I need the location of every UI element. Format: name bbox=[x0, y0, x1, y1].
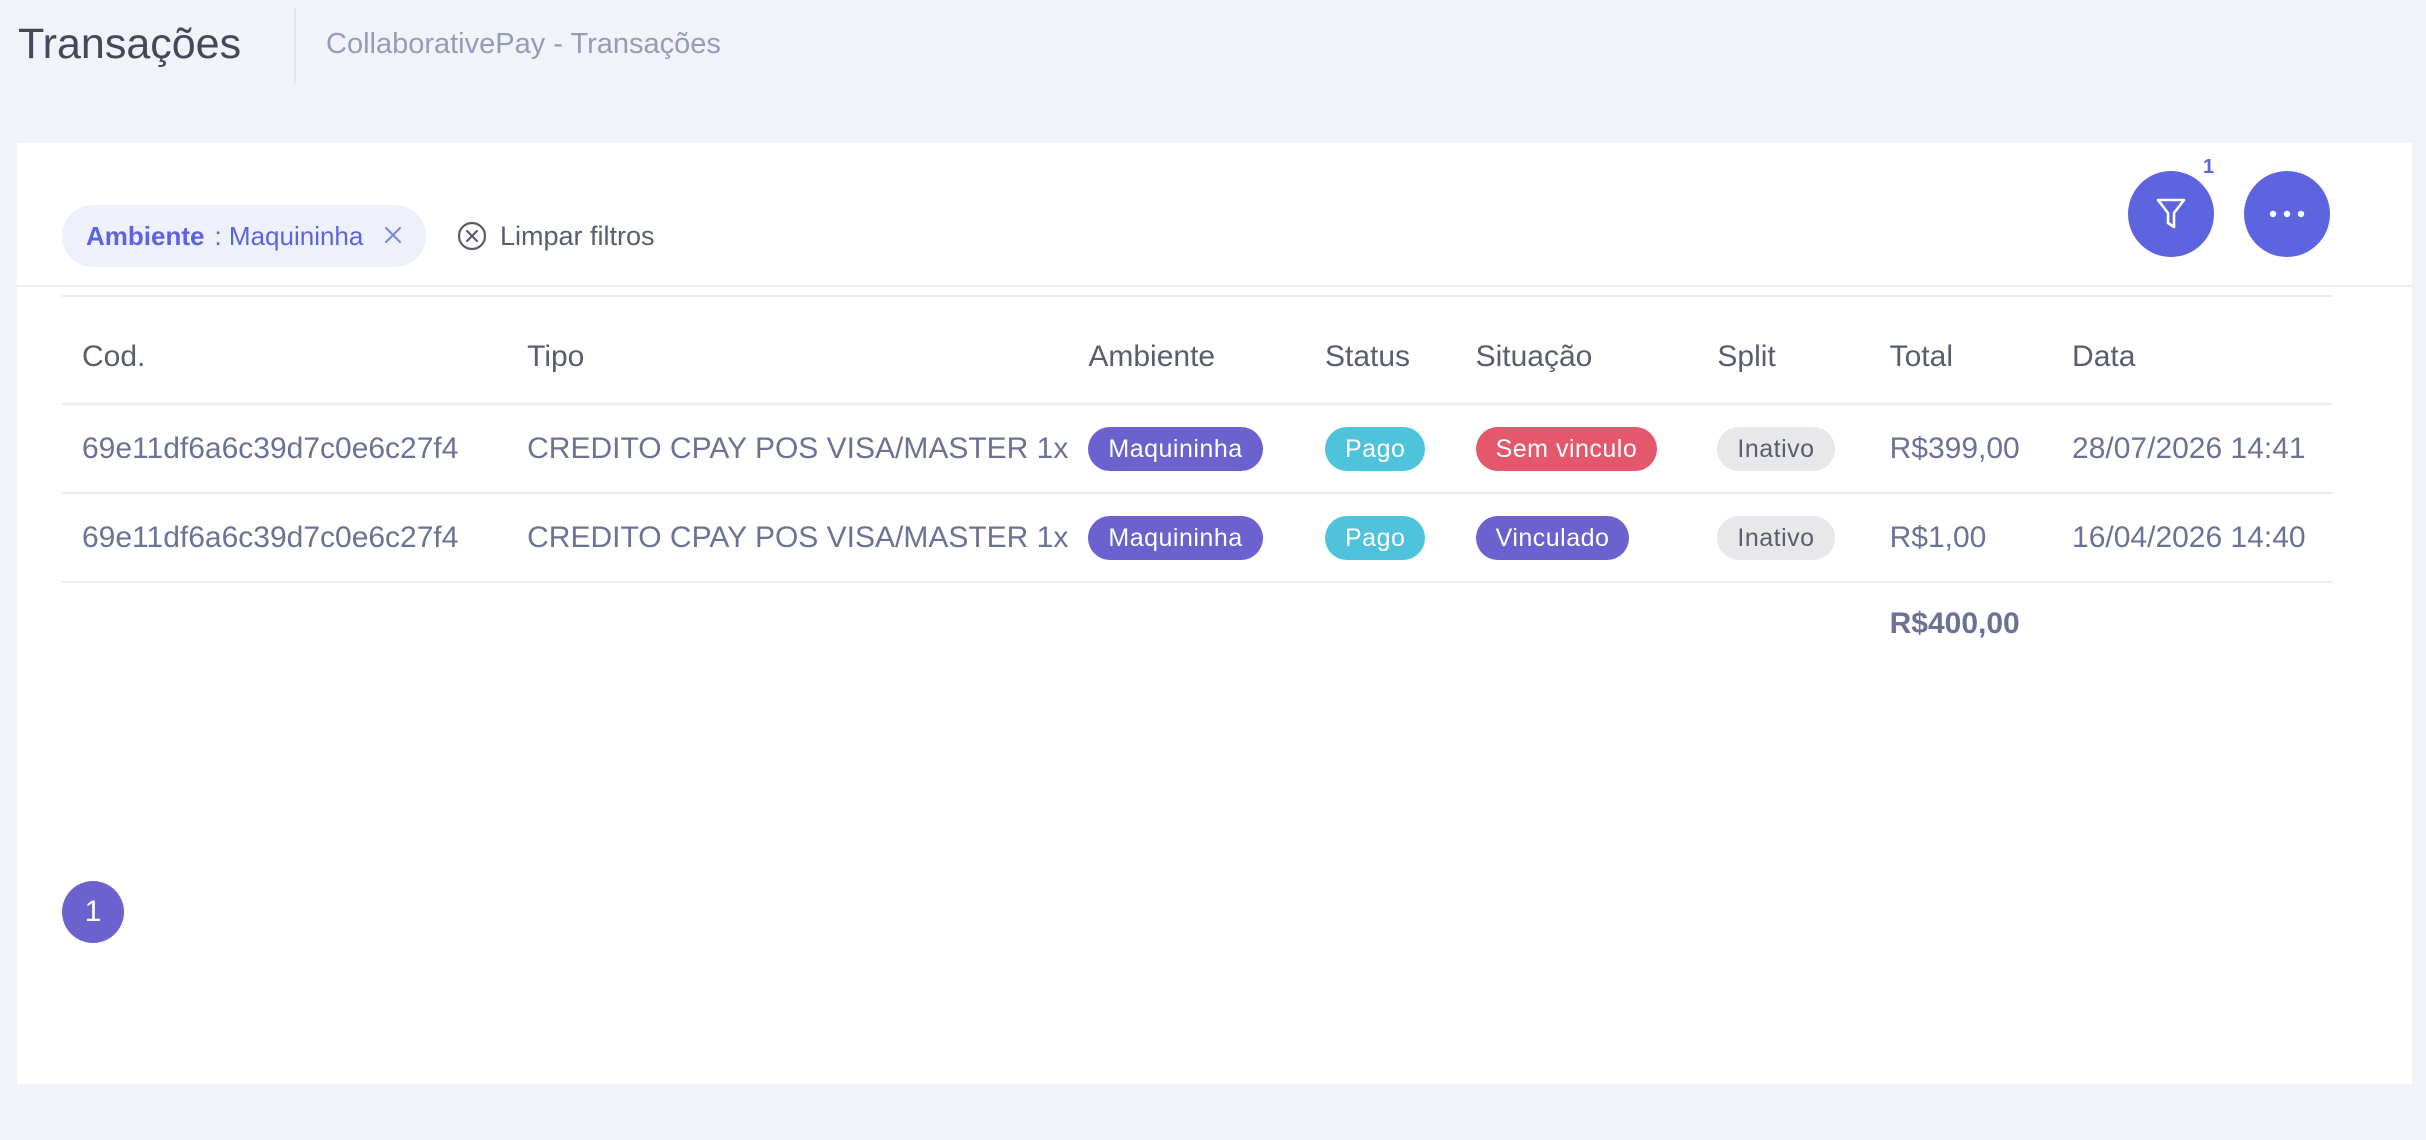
cell-total: R$1,00 bbox=[1869, 493, 2053, 583]
column-header-status[interactable]: Status bbox=[1305, 310, 1456, 405]
active-filters: Ambiente : Maquininha Limpar filtros bbox=[62, 205, 2332, 297]
filter-chip-key: Ambiente bbox=[86, 220, 205, 251]
clear-filters-label: Limpar filtros bbox=[500, 220, 655, 251]
cell-situacao: Sem vinculo bbox=[1455, 404, 1698, 494]
status-badge: Pago bbox=[1325, 426, 1426, 471]
cell-situacao: Vinculado bbox=[1455, 493, 1698, 583]
cell-data: 28/07/2026 14:41 bbox=[2052, 404, 2332, 494]
column-header-ambiente[interactable]: Ambiente bbox=[1068, 310, 1305, 405]
cell-ambiente: Maquininha bbox=[1068, 493, 1305, 583]
cell-tipo: CREDITO CPAY POS VISA/MASTER 1x bbox=[507, 404, 1069, 494]
filter-chip-ambiente[interactable]: Ambiente : Maquininha bbox=[62, 205, 426, 267]
column-header-situacao[interactable]: Situação bbox=[1455, 310, 1698, 405]
ambiente-badge: Maquininha bbox=[1088, 426, 1263, 471]
column-header-data[interactable]: Data bbox=[2052, 310, 2332, 405]
table-total-row: R$400,00 bbox=[62, 582, 2332, 665]
pagination-page-1[interactable]: 1 bbox=[62, 881, 124, 943]
filter-chip-value: : Maquininha bbox=[214, 220, 364, 251]
table-header-row: Cod. Tipo Ambiente Status Situação Split… bbox=[62, 310, 2332, 405]
subheader: Transações CollaborativePay - Transações bbox=[0, 0, 2426, 88]
cell-total: R$399,00 bbox=[1869, 404, 2053, 494]
table-row[interactable]: 69e11df6a6c39d7c0e6c27f4 CREDITO CPAY PO… bbox=[62, 404, 2332, 494]
column-header-tipo[interactable]: Tipo bbox=[507, 310, 1069, 405]
column-header-cod[interactable]: Cod. bbox=[62, 310, 508, 405]
cell-ambiente: Maquininha bbox=[1068, 404, 1305, 494]
split-badge: Inativo bbox=[1717, 515, 1835, 560]
cell-split: Inativo bbox=[1697, 493, 1870, 583]
title-separator bbox=[294, 8, 296, 84]
status-badge: Pago bbox=[1325, 515, 1426, 560]
situacao-badge: Sem vinculo bbox=[1475, 426, 1658, 471]
cell-tipo: CREDITO CPAY POS VISA/MASTER 1x bbox=[507, 493, 1069, 583]
situacao-badge: Vinculado bbox=[1475, 515, 1630, 560]
table-row[interactable]: 69e11df6a6c39d7c0e6c27f4 CREDITO CPAY PO… bbox=[62, 493, 2332, 583]
page-title: Transações bbox=[18, 20, 242, 68]
sum-total: R$400,00 bbox=[1889, 607, 2020, 640]
filter-count-badge: 1 bbox=[2203, 156, 2215, 178]
breadcrumb[interactable]: CollaborativePay - Transações bbox=[326, 26, 721, 62]
cell-cod: 69e11df6a6c39d7c0e6c27f4 bbox=[62, 493, 508, 583]
cell-cod: 69e11df6a6c39d7c0e6c27f4 bbox=[62, 404, 508, 494]
clear-filters-button[interactable]: Limpar filtros bbox=[456, 205, 655, 267]
column-header-total[interactable]: Total bbox=[1869, 310, 2053, 405]
ambiente-badge: Maquininha bbox=[1088, 515, 1263, 560]
transactions-table: Cod. Tipo Ambiente Status Situação Split… bbox=[62, 310, 2332, 665]
split-badge: Inativo bbox=[1717, 426, 1835, 471]
column-header-split[interactable]: Split bbox=[1697, 310, 1870, 405]
cell-status: Pago bbox=[1305, 404, 1456, 494]
cell-status: Pago bbox=[1305, 493, 1456, 583]
close-icon[interactable] bbox=[382, 224, 404, 246]
cell-data: 16/04/2026 14:40 bbox=[2052, 493, 2332, 583]
close-circle-icon bbox=[457, 221, 487, 251]
cell-split: Inativo bbox=[1697, 404, 1870, 494]
